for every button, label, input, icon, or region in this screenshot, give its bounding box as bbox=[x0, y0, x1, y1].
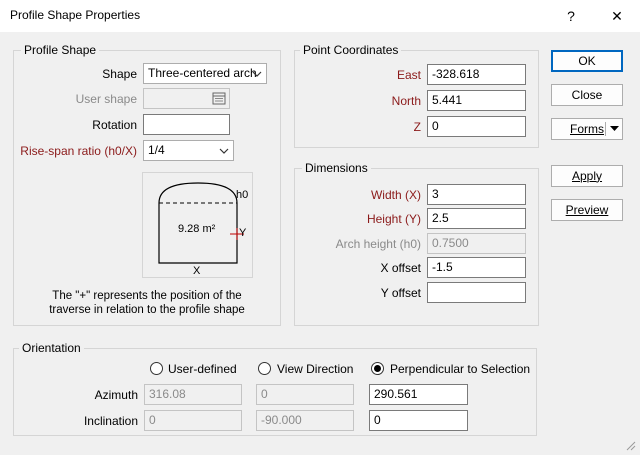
shape-select-value: Three-centered arch bbox=[148, 66, 257, 80]
inclination-user-defined-field: 0 bbox=[144, 410, 242, 431]
profile-shape-group-title: Profile Shape bbox=[21, 43, 100, 57]
rotation-label: Rotation bbox=[92, 118, 137, 132]
diagram-y-label: Y bbox=[239, 227, 247, 239]
east-field[interactable]: -328.618 bbox=[427, 64, 526, 85]
dimensions-group-title: Dimensions bbox=[302, 161, 371, 175]
north-label: North bbox=[391, 94, 421, 108]
x-offset-field[interactable]: -1.5 bbox=[427, 257, 526, 278]
diagram-x-label: X bbox=[193, 265, 201, 277]
user-shape-label: User shape bbox=[75, 92, 137, 106]
browse-icon bbox=[212, 92, 226, 105]
diagram-area-label: 9.28 m² bbox=[178, 223, 216, 235]
profile-diagram: 9.28 m² h0 Y X bbox=[142, 172, 253, 278]
forms-button-label: Forms bbox=[570, 122, 604, 136]
resize-grip-icon[interactable] bbox=[624, 439, 636, 451]
forms-split-button[interactable]: Forms bbox=[551, 118, 623, 140]
close-window-button[interactable]: ✕ bbox=[594, 0, 640, 32]
perpendicular-to-selection-radio[interactable] bbox=[371, 362, 384, 375]
x-offset-label: X offset bbox=[380, 261, 421, 275]
forms-split-divider bbox=[605, 122, 606, 136]
width-field[interactable]: 3 bbox=[427, 184, 526, 205]
view-direction-radio[interactable] bbox=[258, 362, 271, 375]
height-label: Height (Y) bbox=[366, 212, 421, 226]
apply-button-label: Apply bbox=[571, 169, 603, 183]
traverse-note-line1: The "+" represents the position of the bbox=[52, 290, 242, 302]
arch-height-field: 0.7500 bbox=[427, 233, 526, 254]
height-field[interactable]: 2.5 bbox=[427, 208, 526, 229]
rise-span-select[interactable]: 1/4 bbox=[143, 140, 234, 161]
user-defined-label[interactable]: User-defined bbox=[168, 362, 237, 376]
window-title: Profile Shape Properties bbox=[10, 8, 141, 22]
orientation-group-title: Orientation bbox=[19, 341, 84, 355]
shape-label: Shape bbox=[102, 67, 137, 81]
preview-button[interactable]: Preview bbox=[551, 199, 623, 221]
rise-span-label: Rise-span ratio (h0/X) bbox=[20, 144, 137, 158]
z-field[interactable]: 0 bbox=[427, 116, 526, 137]
width-label: Width (X) bbox=[370, 188, 421, 202]
y-offset-label: Y offset bbox=[380, 286, 421, 300]
azimuth-user-defined-field: 316.08 bbox=[144, 384, 242, 405]
shape-select[interactable]: Three-centered arch bbox=[143, 63, 267, 84]
perpendicular-to-selection-label[interactable]: Perpendicular to Selection bbox=[390, 362, 530, 376]
arch-height-label: Arch height (h0) bbox=[335, 237, 421, 251]
azimuth-view-direction-field: 0 bbox=[256, 384, 354, 405]
preview-button-label: Preview bbox=[565, 203, 609, 217]
azimuth-label: Azimuth bbox=[94, 388, 138, 402]
inclination-view-direction-field: -90.000 bbox=[256, 410, 354, 431]
azimuth-perpendicular-field[interactable]: 290.561 bbox=[369, 384, 468, 405]
point-coordinates-group-title: Point Coordinates bbox=[300, 43, 402, 57]
diagram-h0-label: h0 bbox=[236, 189, 249, 201]
help-button[interactable]: ? bbox=[548, 0, 594, 32]
y-offset-field[interactable] bbox=[427, 282, 526, 303]
traverse-note-line2: traverse in relation to the profile shap… bbox=[49, 304, 245, 316]
north-field[interactable]: 5.441 bbox=[427, 90, 526, 111]
inclination-perpendicular-field[interactable]: 0 bbox=[369, 410, 468, 431]
rise-span-select-value: 1/4 bbox=[148, 143, 165, 157]
user-defined-radio[interactable] bbox=[150, 362, 163, 375]
close-button[interactable]: Close bbox=[551, 84, 623, 106]
ok-button[interactable]: OK bbox=[551, 50, 623, 72]
chevron-down-icon bbox=[252, 71, 262, 77]
user-shape-field bbox=[143, 88, 230, 109]
dropdown-arrow-icon[interactable] bbox=[610, 126, 619, 132]
view-direction-label[interactable]: View Direction bbox=[277, 362, 353, 376]
rotation-field[interactable] bbox=[143, 114, 230, 135]
inclination-label: Inclination bbox=[83, 414, 138, 428]
east-label: East bbox=[396, 68, 421, 82]
z-label: Z bbox=[413, 120, 421, 134]
apply-button[interactable]: Apply bbox=[551, 165, 623, 187]
chevron-down-icon bbox=[219, 148, 229, 154]
